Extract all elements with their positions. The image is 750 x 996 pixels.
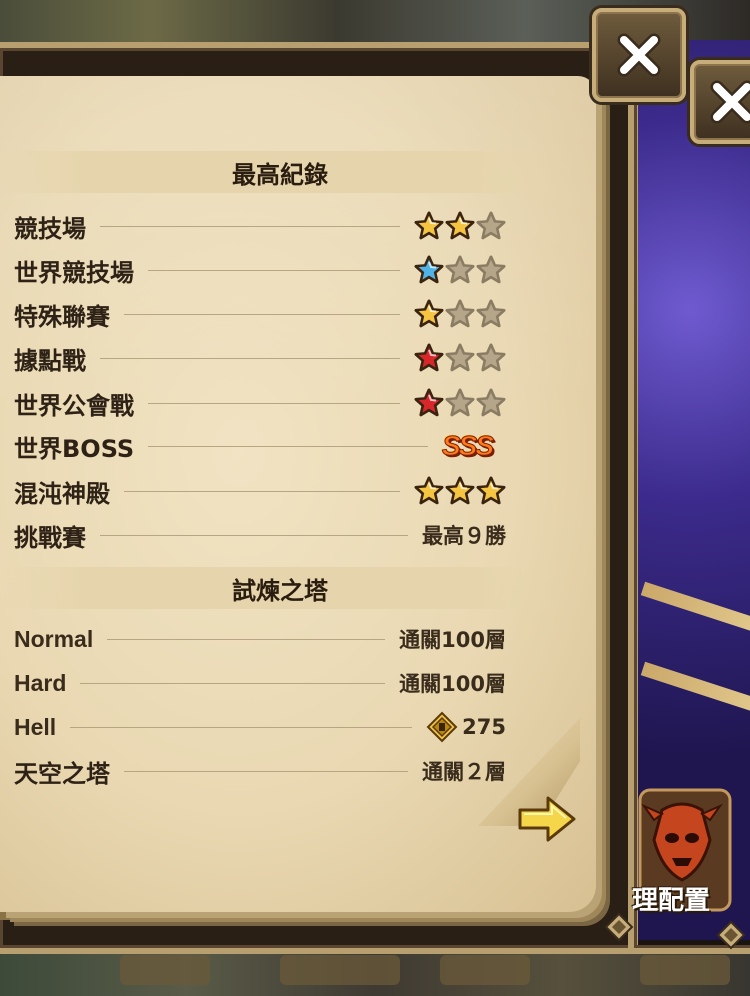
row-label: 競技場 <box>14 214 86 243</box>
leader-line <box>124 770 408 772</box>
hell-tower-gem-icon <box>426 711 458 743</box>
star-gold-icon <box>476 476 506 505</box>
star-empty-icon <box>445 343 475 372</box>
hell-value: 275 <box>462 715 506 739</box>
bottom-tab <box>280 955 400 985</box>
star-empty-icon <box>476 299 506 328</box>
close-icon <box>617 33 661 77</box>
star-red-icon <box>414 388 444 417</box>
row-label: 混沌神殿 <box>14 479 110 508</box>
star-rating <box>414 476 506 506</box>
row-value: 通關２層 <box>422 760 506 784</box>
row-value: 通關100層 <box>399 628 506 652</box>
row-label: Hell <box>14 713 57 740</box>
arrow-right-icon[interactable] <box>516 794 578 844</box>
star-rating <box>414 255 506 285</box>
row-label: Hard <box>14 669 67 696</box>
row-value: 最高９勝 <box>422 524 506 548</box>
close-icon <box>710 80 750 124</box>
star-empty-icon <box>445 299 475 328</box>
star-empty-icon <box>476 255 506 284</box>
leader-line <box>148 445 428 447</box>
star-rating <box>414 388 506 418</box>
star-rating <box>414 299 506 329</box>
row-label: 世界BOSS <box>14 434 135 463</box>
leader-line <box>148 269 400 271</box>
leader-line <box>124 313 400 315</box>
star-empty-icon <box>476 388 506 417</box>
star-rating <box>414 211 506 241</box>
star-empty-icon <box>445 388 475 417</box>
star-gold-icon <box>414 299 444 328</box>
tower-row-hell: Hell 275 <box>14 709 506 745</box>
row-label: 天空之塔 <box>14 759 110 788</box>
record-row-world-arena: 世界競技場 <box>14 252 506 288</box>
record-row-special-league: 特殊聯賽 <box>14 296 506 332</box>
row-label: 挑戰賽 <box>14 523 86 552</box>
star-empty-icon <box>476 343 506 372</box>
section-header-best-record: 最高紀錄 <box>0 151 560 193</box>
tower-row-hard: Hard 通關100層 <box>14 665 506 701</box>
row-label: 特殊聯賽 <box>14 302 110 331</box>
record-row-world-guild-battle: 世界公會戰 <box>14 385 506 421</box>
star-blue-icon <box>414 255 444 284</box>
leader-line <box>100 534 408 536</box>
rank-badge: SSS <box>441 430 494 462</box>
record-row-siege: 據點戰 <box>14 340 506 376</box>
leader-line <box>100 357 400 359</box>
star-gold-icon <box>414 211 444 240</box>
corner-ornament-icon <box>604 912 634 942</box>
leader-line <box>70 726 413 728</box>
record-row-arena: 競技場 <box>14 208 506 244</box>
tower-row-normal: Normal 通關100層 <box>14 621 506 657</box>
row-label: 世界公會戰 <box>14 391 134 420</box>
section-header-trial-tower: 試煉之塔 <box>0 567 560 609</box>
record-row-challenge: 挑戰賽 最高９勝 <box>14 517 506 553</box>
row-value: 通關100層 <box>399 672 506 696</box>
leader-line <box>80 682 386 684</box>
close-button[interactable] <box>592 8 686 102</box>
close-button-secondary[interactable] <box>690 60 750 144</box>
leader-line <box>107 638 386 640</box>
star-empty-icon <box>476 211 506 240</box>
tower-row-sky-tower: 天空之塔 通關２層 <box>14 753 506 789</box>
corner-ornament-icon <box>716 920 746 950</box>
row-label: 據點戰 <box>14 346 86 375</box>
star-empty-icon <box>445 255 475 284</box>
star-rating <box>414 343 506 373</box>
leader-line <box>148 402 400 404</box>
star-gold-icon <box>445 211 475 240</box>
leader-line <box>100 225 400 227</box>
bottom-tab <box>120 955 210 985</box>
star-gold-icon <box>414 476 444 505</box>
bottom-tab <box>440 955 530 985</box>
star-gold-icon <box>445 476 475 505</box>
leader-line <box>124 490 400 492</box>
star-red-icon <box>414 343 444 372</box>
row-label: 世界競技場 <box>14 258 134 287</box>
row-label: Normal <box>14 625 94 652</box>
side-panel-label[interactable]: 理配置 <box>632 880 710 917</box>
row-value: 275 <box>426 711 506 743</box>
record-row-chaos-temple: 混沌神殿 <box>14 473 506 509</box>
bottom-tab <box>640 955 730 985</box>
record-row-world-boss: 世界BOSS SSS <box>14 428 506 464</box>
